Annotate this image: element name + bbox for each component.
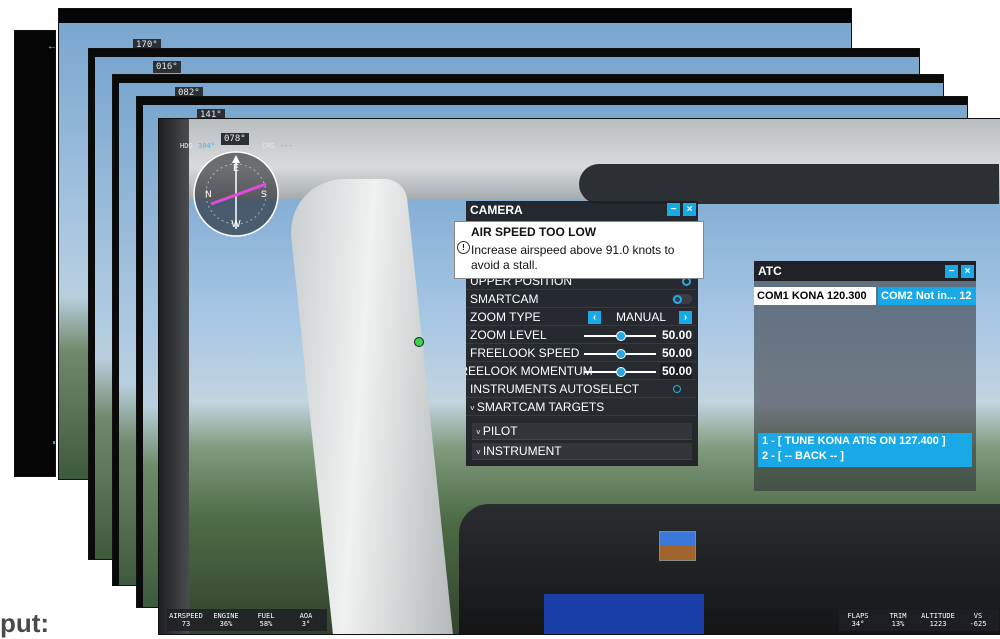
atc-minimize-button[interactable]: − [945, 265, 958, 278]
freelook-momentum-row[interactable]: FREELOOK MOMENTUM 50.00 [466, 363, 696, 380]
zoom-level-knob[interactable] [616, 331, 626, 341]
svg-text:S: S [261, 190, 267, 200]
atc-panel: ATC − × COM1 KONA 120.300 COM2 Not in...… [754, 261, 976, 491]
zoom-level-value: 50.00 [661, 328, 692, 342]
chevron-left-icon: ‹ [592, 312, 597, 323]
hud-value: 36% [219, 620, 233, 628]
freelook-speed-row[interactable]: FREELOOK SPEED 50.00 [466, 345, 696, 362]
camera-panel-title: CAMERA [470, 203, 523, 217]
atc-option-2[interactable]: 2 - [ -- BACK -- ] [762, 450, 844, 462]
smartcam-targets-label: SMARTCAM TARGETS [476, 400, 605, 414]
progress-marker [53, 441, 55, 444]
close-icon: × [964, 266, 971, 277]
freelook-momentum-slider[interactable] [584, 367, 656, 377]
left-frame [159, 119, 189, 634]
freelook-speed-label: FREELOOK SPEED [470, 346, 580, 360]
screenshot-layer-0: ← [14, 30, 56, 477]
alert-title: AIR SPEED TOO LOW [471, 225, 597, 239]
hud-value: 3° [301, 620, 311, 628]
caption-text: put: [0, 608, 50, 638]
hud-readout-fuel: FUEL 58% [247, 612, 285, 628]
smartcam-targets-row[interactable]: ˅ SMARTCAM TARGETS [466, 399, 696, 416]
chevron-down-icon: ˅ [476, 428, 483, 437]
minimize-icon: − [670, 204, 677, 215]
svg-text:W: W [231, 219, 241, 230]
atc-header [754, 261, 976, 281]
hud-readout-flaps: FLAPS 34° [839, 612, 877, 628]
hud-readout-engine: ENGINE 36% [207, 612, 245, 628]
hud-label: ALTITUDE [921, 612, 955, 620]
com2-tab[interactable]: COM2 Not in... 12 [878, 287, 976, 305]
minimize-icon: − [948, 266, 955, 277]
hud-readout-trim: TRIM 13% [879, 612, 917, 628]
alert-message: Increase airspeed above 91.0 knots to av… [471, 243, 675, 272]
zoom-level-row[interactable]: ZOOM LEVEL 50.00 [466, 327, 696, 344]
ceiling-console [579, 164, 999, 204]
hud-value: 58% [259, 620, 273, 628]
hud-label: ENGINE [213, 612, 239, 620]
back-arrow-icon: ← [47, 41, 56, 52]
hud-label: FLAPS [847, 612, 869, 620]
freelook-momentum-value: 50.00 [659, 363, 692, 379]
hud-value: 1223 [929, 620, 947, 628]
hud-label: TRIM [889, 612, 907, 620]
hud-label: FUEL [257, 612, 275, 620]
atc-title: ATC [758, 264, 782, 278]
hud-label: AIRSPEED [169, 612, 203, 620]
alert-icon: ! [457, 241, 470, 254]
hud-value: 34° [851, 620, 865, 628]
hud-label: AOA [299, 612, 313, 620]
hud-label: VS [973, 612, 983, 620]
close-button[interactable]: × [683, 203, 696, 216]
close-icon: × [686, 204, 693, 215]
hud-readout-altitude: ALTITUDE 1223 [919, 612, 957, 628]
instruments-autoselect-row[interactable]: INSTRUMENTS AUTOSELECT [466, 381, 696, 398]
hud-readout-airspeed: AIRSPEED 73 [167, 612, 205, 628]
screenshot-front: 078° HDG 304° CRS --- E W N S CAMERA − ×… [158, 118, 1000, 635]
instrument-row[interactable]: ˅ INSTRUMENT [472, 443, 692, 460]
smartcam-row[interactable]: SMARTCAM [466, 291, 696, 308]
freelook-momentum-label: FREELOOK MOMENTUM [466, 364, 593, 378]
zoom-type-next-button[interactable]: › [679, 311, 692, 324]
hud-readout-aoa: AOA 3° [287, 612, 325, 628]
instruments-autoselect-label: INSTRUMENTS AUTOSELECT [470, 382, 640, 396]
indicator-light [414, 337, 424, 347]
chevron-down-icon: ˅ [470, 404, 477, 413]
freelook-speed-knob[interactable] [616, 349, 626, 359]
zoom-level-label: ZOOM LEVEL [470, 328, 547, 342]
minimize-button[interactable]: − [667, 203, 680, 216]
instruments-autoselect-toggle[interactable] [672, 384, 692, 394]
zoom-type-row[interactable]: ZOOM TYPE ‹ MANUAL › [466, 309, 696, 326]
pilot-row[interactable]: ˅ PILOT [472, 423, 692, 440]
hud-readout-vs: VS -625 [959, 612, 997, 628]
hud-value: 73 [181, 620, 191, 628]
heading-tag: 016° [153, 61, 181, 73]
compass-heading: 078° [221, 133, 249, 145]
chevron-down-icon: ˅ [476, 448, 483, 457]
atc-close-button[interactable]: × [961, 265, 974, 278]
stall-alert: ! AIR SPEED TOO LOW Increase airspeed ab… [454, 221, 704, 279]
instrument-label: INSTRUMENT [482, 444, 562, 458]
pilot-label: PILOT [482, 424, 518, 438]
smartcam-label: SMARTCAM [470, 292, 539, 306]
zoom-level-slider[interactable] [584, 331, 656, 341]
hud-value: -625 [969, 620, 987, 628]
svg-text:N: N [205, 190, 212, 200]
zoom-type-label: ZOOM TYPE [470, 310, 541, 324]
smartcam-toggle[interactable] [672, 294, 692, 304]
atc-option-1[interactable]: 1 - [ TUNE KONA ATIS ON 127.400 ] [762, 435, 946, 447]
svg-text:E: E [233, 163, 239, 174]
com1-tab[interactable]: COM1 KONA 120.300 [754, 287, 876, 305]
attitude-indicator [659, 531, 696, 561]
zoom-type-value: MANUAL [616, 310, 667, 324]
freelook-speed-value: 50.00 [661, 346, 692, 360]
freelook-momentum-knob[interactable] [616, 367, 626, 377]
chevron-right-icon: › [683, 312, 688, 323]
hud-value: 13% [891, 620, 905, 628]
compass-rose-icon: E W N S [193, 151, 279, 237]
pfd-screen [544, 594, 704, 634]
freelook-speed-slider[interactable] [584, 349, 656, 359]
zoom-type-prev-button[interactable]: ‹ [588, 311, 601, 324]
